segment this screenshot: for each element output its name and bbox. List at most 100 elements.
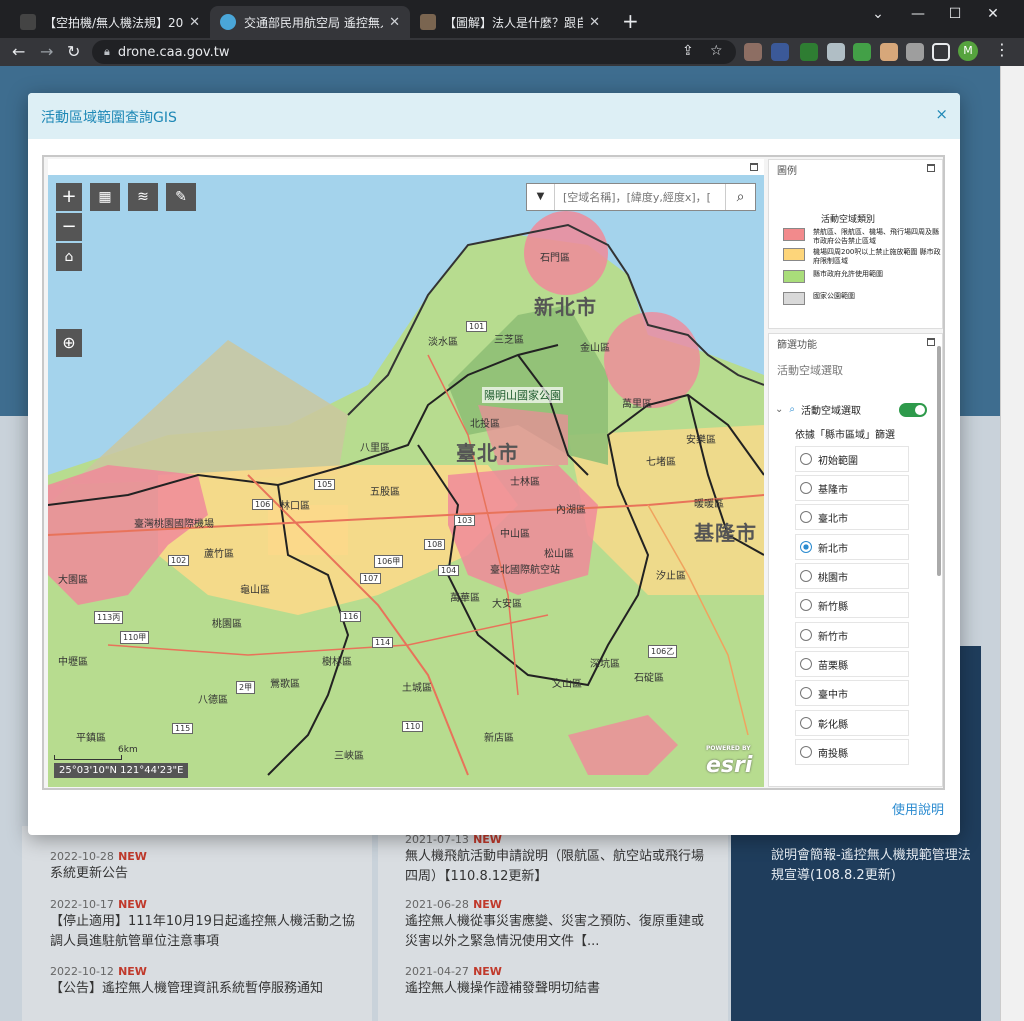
browser-tab-active[interactable]: 交通部民用航空局 遙控無人機管理 ✕ — [210, 6, 410, 38]
chevron-down-icon[interactable]: ⌄ — [775, 404, 783, 415]
window-close-icon[interactable]: ✕ — [978, 6, 1008, 22]
forward-icon[interactable]: → — [40, 42, 53, 62]
browser-tab[interactable]: 【空拍機/無人機法規】2022台灣 ✕ — [10, 6, 210, 38]
new-tab-icon[interactable]: + — [622, 11, 639, 31]
filter-layer-row[interactable]: ⌄ ⌕ 活動空域選取 — [775, 402, 861, 417]
county-option[interactable]: 桃園市 — [795, 563, 909, 589]
radio-button[interactable] — [800, 746, 812, 758]
radio-button[interactable] — [800, 482, 812, 494]
draw-pencil-icon[interactable]: ✎ — [166, 183, 196, 211]
news-item[interactable]: 2021-07-13 NEW 無人機飛航活動申請說明（限航區、航空站或飛行場四周… — [405, 832, 705, 887]
news-item[interactable]: 2021-06-28 NEW 遙控無人機從事災害應變、災害之預防、復原重建或災害… — [405, 897, 705, 952]
search-source-dropdown-icon[interactable]: ▼ — [527, 184, 555, 210]
maximize-panel-icon[interactable] — [750, 163, 758, 171]
county-option[interactable]: 基隆市 — [795, 475, 909, 501]
back-icon[interactable]: ← — [12, 42, 25, 62]
radio-button[interactable] — [800, 570, 812, 582]
extension-icon[interactable] — [771, 43, 789, 61]
card-link[interactable]: 說明會簡報-遙控無人機規範管理法規宣導(108.8.2更新) — [771, 846, 971, 886]
tab-search-chevron-icon[interactable]: ⌄ — [863, 6, 893, 22]
map-view[interactable]: + − ⌂ ▦ ≋ ✎ ⊕ ▼ ⌕ 新北市 臺北市 基隆市 陽明山國家公園 石門… — [48, 175, 764, 787]
site-favicon — [220, 14, 236, 30]
share-icon[interactable]: ⇪ — [682, 43, 694, 59]
zoom-in-button[interactable]: + — [56, 183, 82, 211]
news-text: 遙控無人機操作證補發聲明切結書 — [405, 981, 601, 996]
home-extent-icon[interactable]: ⌂ — [56, 243, 82, 271]
county-option[interactable]: 苗栗縣 — [795, 651, 909, 677]
radio-button[interactable] — [800, 658, 812, 670]
county-option[interactable]: 臺北市 — [795, 504, 909, 530]
browser-tab[interactable]: 【圖解】法人是什麼？跟自然人差在 ✕ — [410, 6, 610, 38]
close-tab-icon[interactable]: ✕ — [589, 15, 600, 30]
maximize-panel-icon[interactable] — [927, 164, 935, 172]
news-item[interactable]: 2022-10-12 NEW 【公告】遙控無人機管理資訊系統暫停服務通知 — [50, 964, 360, 999]
county-option[interactable]: 初始範圍 — [795, 446, 909, 472]
district-label: 大園區 — [58, 575, 88, 586]
district-label: 內湖區 — [556, 505, 586, 516]
county-option[interactable]: 南投縣 — [795, 739, 909, 765]
browser-menu-icon[interactable]: ⋮ — [994, 40, 1010, 59]
radio-button[interactable] — [800, 511, 812, 523]
help-link[interactable]: 使用說明 — [892, 799, 944, 818]
district-label: 中壢區 — [58, 657, 88, 668]
side-panel-icon[interactable] — [932, 43, 950, 61]
route-shield: 110 — [402, 721, 424, 732]
modal-close-button[interactable]: × — [935, 105, 948, 123]
lock-icon: 🔒︎ — [104, 45, 110, 58]
extension-icon[interactable] — [800, 43, 818, 61]
route-shield: 103 — [454, 515, 476, 526]
maximize-icon[interactable]: ☐ — [940, 6, 970, 22]
close-tab-icon[interactable]: ✕ — [189, 15, 200, 30]
radio-button[interactable] — [800, 453, 812, 465]
close-tab-icon[interactable]: ✕ — [389, 15, 400, 30]
district-label: 三芝區 — [494, 335, 524, 346]
scale-label: 6km — [118, 745, 138, 755]
puzzle-extensions-icon[interactable] — [906, 43, 924, 61]
bookmark-star-icon[interactable]: ☆ — [710, 43, 723, 59]
page-scrollbar[interactable] — [1000, 66, 1024, 1021]
reload-icon[interactable]: ↻ — [67, 42, 80, 62]
extension-icon[interactable] — [744, 43, 762, 61]
basemap-gallery-icon[interactable]: ▦ — [90, 183, 120, 211]
new-badge: NEW — [118, 965, 147, 978]
legend-swatch — [783, 228, 805, 241]
layers-icon[interactable]: ≋ — [128, 183, 158, 211]
new-badge: NEW — [473, 965, 502, 978]
county-option-selected[interactable]: 新北市 — [795, 534, 909, 560]
radio-button[interactable] — [800, 687, 812, 699]
extension-icon[interactable] — [853, 43, 871, 61]
extension-icon[interactable] — [880, 43, 898, 61]
county-option[interactable]: 新竹市 — [795, 622, 909, 648]
panel-scrollbar[interactable] — [937, 346, 941, 576]
route-shield: 102 — [168, 555, 190, 566]
option-label: 苗栗縣 — [818, 660, 848, 672]
district-label: 五股區 — [370, 487, 400, 498]
news-text: 無人機飛航活動申請說明（限航區、航空站或飛行場四周）【110.8.12更新】 — [405, 849, 705, 884]
route-shield: 115 — [172, 723, 194, 734]
district-label: 七堵區 — [646, 457, 676, 468]
news-item[interactable]: 2022-10-17 NEW 【停止適用】111年10月19日起遙控無人機活動之… — [50, 897, 360, 952]
radio-button[interactable] — [800, 717, 812, 729]
tab-title: 【圖解】法人是什麼？跟自然人差在 — [444, 15, 584, 30]
news-item[interactable]: 2022-10-28 NEW 系統更新公告 — [50, 849, 360, 884]
profile-avatar[interactable]: M — [958, 41, 978, 61]
address-bar[interactable]: 🔒︎ drone.caa.gov.tw ⇪ ☆ — [92, 40, 736, 64]
minimize-icon[interactable]: — — [903, 6, 933, 22]
layer-toggle[interactable] — [899, 403, 927, 417]
radio-button[interactable] — [800, 629, 812, 641]
maximize-panel-icon[interactable] — [927, 338, 935, 346]
county-option[interactable]: 彰化縣 — [795, 710, 909, 736]
county-option[interactable]: 臺中市 — [795, 680, 909, 706]
radio-button[interactable] — [800, 599, 812, 611]
radio-button-selected[interactable] — [800, 541, 812, 553]
zoom-out-button[interactable]: − — [56, 213, 82, 241]
extension-icon[interactable] — [827, 43, 845, 61]
option-label: 臺中市 — [818, 689, 848, 701]
map-search-input[interactable] — [555, 190, 725, 204]
news-item[interactable]: 2021-04-27 NEW 遙控無人機操作證補發聲明切結書 — [405, 964, 705, 999]
search-icon[interactable]: ⌕ — [725, 184, 755, 210]
locate-crosshair-icon[interactable]: ⊕ — [56, 329, 82, 357]
option-label: 基隆市 — [818, 484, 848, 496]
legend-item: 縣市政府允許使用範圍 — [783, 270, 883, 283]
county-option[interactable]: 新竹縣 — [795, 592, 909, 618]
